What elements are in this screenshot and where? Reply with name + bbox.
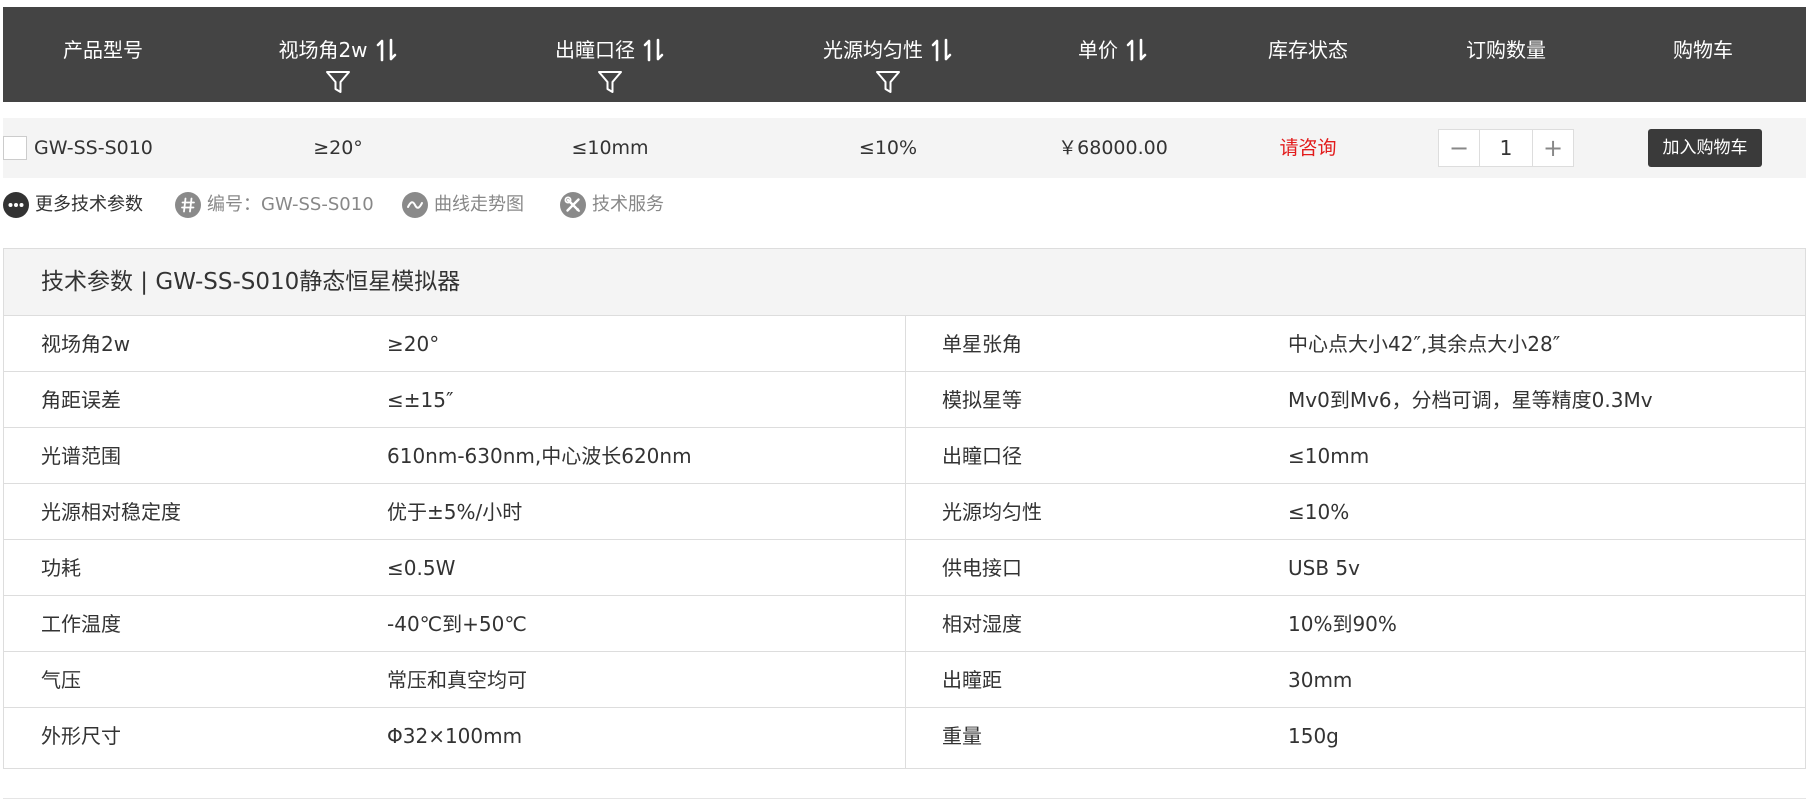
col-label: 单价 [1078,38,1118,62]
sort-icon[interactable] [376,38,398,62]
specs-title: 技术参数 | GW-SS-S010静态恒星模拟器 [4,249,1805,316]
tech-service-link[interactable]: 技术服务 [560,190,690,220]
spec-key: 出瞳口径 [942,444,1022,468]
hash-icon [175,192,201,218]
spec-row: 工作温度 -40℃到+50℃ 相对湿度 10%到90% [4,596,1805,652]
col-model: 产品型号 [3,7,203,102]
col-label: 产品型号 [63,38,143,62]
col-price[interactable]: 单价 [1023,7,1203,102]
spec-row: 光源相对稳定度 优于±5%/小时 光源均匀性 ≤10% [4,484,1805,540]
tech-specs-panel: 技术参数 | GW-SS-S010静态恒星模拟器 视场角2w ≥20° 单星张角… [3,248,1806,769]
spec-value: ≤0.5W [387,556,456,580]
section-divider [3,798,1806,799]
spec-key: 视场角2w [41,332,131,356]
sort-icon[interactable] [643,38,665,62]
col-label: 库存状态 [1268,38,1348,62]
spec-value: ≤10% [1288,500,1350,524]
spec-key: 功耗 [41,556,81,580]
col-label: 订购数量 [1466,38,1546,62]
spec-key: 外形尺寸 [41,724,121,748]
product-model[interactable]: GW-SS-S010 [34,118,153,178]
product-uniformity: ≤10% [858,137,918,159]
decrease-button[interactable]: − [1439,130,1480,166]
spec-value: ≥20° [387,332,440,356]
spec-value: 610nm-630nm,中心波长620nm [387,444,692,468]
spec-value: 150g [1288,724,1339,748]
product-code-link[interactable]: 编号：GW-SS-S010 [175,190,375,220]
quantity-input[interactable] [1480,130,1532,166]
spec-row: 外形尺寸 Φ32×100mm 重量 150g [4,708,1805,764]
col-label-wrap: 单价 [1023,37,1203,63]
spec-value: Mv0到Mv6，分档可调，星等精度0.3Mv [1288,388,1653,412]
spec-key: 角距误差 [41,388,121,412]
select-checkbox[interactable] [3,136,27,160]
col-quantity: 订购数量 [1416,7,1596,102]
col-fov[interactable]: 视场角2w [218,7,458,102]
col-cart: 购物车 [1613,7,1793,102]
spec-row: 视场角2w ≥20° 单星张角 中心点大小42″,其余点大小28″ [4,316,1805,372]
product-pupil: ≤10mm [571,137,649,159]
link-label: 曲线走势图 [434,194,524,215]
spec-value: 10%到90% [1288,612,1397,636]
curve-chart-link[interactable]: 曲线走势图 [402,190,542,220]
add-to-cart-button[interactable]: 加入购物车 [1648,129,1762,167]
spec-value: -40℃到+50℃ [387,612,527,636]
col-uniformity[interactable]: 光源均匀性 [758,7,1018,102]
spec-value: 中心点大小42″,其余点大小28″ [1288,332,1561,356]
sort-icon[interactable] [931,38,953,62]
spec-key: 相对湿度 [942,612,1022,636]
spec-value: ≤±15″ [387,388,454,412]
sort-icon[interactable] [1126,38,1148,62]
link-label: 更多技术参数 [35,194,143,215]
spec-key: 气压 [41,668,81,692]
spec-row: 角距误差 ≤±15″ 模拟星等 Mv0到Mv6，分档可调，星等精度0.3Mv [4,372,1805,428]
more-icon [3,192,29,218]
filter-icon[interactable] [325,69,351,95]
quantity-stepper: − + [1438,129,1574,167]
spec-value: 30mm [1288,668,1353,692]
spec-value: ≤10mm [1288,444,1370,468]
curve-icon [402,192,428,218]
col-label: 出瞳口径 [555,38,635,62]
filter-icon[interactable] [597,69,623,95]
spec-key: 重量 [942,724,982,748]
product-links: 更多技术参数 编号：GW-SS-S010 曲线走势图 技术服务 [3,190,903,220]
product-row: GW-SS-S010 ≥20° ≤10mm ≤10% ￥68000.00 请咨询… [3,118,1806,178]
spec-value: Φ32×100mm [387,724,523,748]
tools-icon [560,192,586,218]
increase-button[interactable]: + [1532,130,1573,166]
link-label: 技术服务 [592,194,664,215]
filter-icon[interactable] [875,69,901,95]
product-price: ￥68000.00 [1058,137,1168,159]
spec-key: 光源均匀性 [942,500,1042,524]
spec-row: 功耗 ≤0.5W 供电接口 USB 5v [4,540,1805,596]
col-pupil[interactable]: 出瞳口径 [490,7,730,102]
col-label: 购物车 [1673,38,1733,62]
table-header: 产品型号 视场角2w 出瞳口径 光源均匀性 单价 库存状态 订购数量 购物车 [3,7,1806,102]
col-label: 视场角2w [278,38,368,62]
spec-row: 光谱范围 610nm-630nm,中心波长620nm 出瞳口径 ≤10mm [4,428,1805,484]
spec-key: 供电接口 [942,556,1022,580]
col-label-wrap: 出瞳口径 [490,37,730,63]
col-label: 光源均匀性 [823,38,923,62]
spec-value: 优于±5%/小时 [387,500,523,524]
col-stock: 库存状态 [1218,7,1398,102]
spec-key: 光源相对稳定度 [41,500,181,524]
spec-value: USB 5v [1288,556,1360,580]
spec-key: 出瞳距 [942,668,1002,692]
stock-status[interactable]: 请咨询 [1218,118,1398,178]
spec-key: 单星张角 [942,332,1022,356]
product-fov: ≥20° [313,137,363,159]
col-label-wrap: 光源均匀性 [758,37,1018,63]
spec-key: 工作温度 [41,612,121,636]
more-params-link[interactable]: 更多技术参数 [3,190,153,220]
link-label: 编号：GW-SS-S010 [207,194,374,215]
spec-key: 光谱范围 [41,444,121,468]
col-label-wrap: 视场角2w [218,37,458,63]
spec-row: 气压 常压和真空均可 出瞳距 30mm [4,652,1805,708]
spec-value: 常压和真空均可 [387,668,527,692]
spec-key: 模拟星等 [942,388,1022,412]
